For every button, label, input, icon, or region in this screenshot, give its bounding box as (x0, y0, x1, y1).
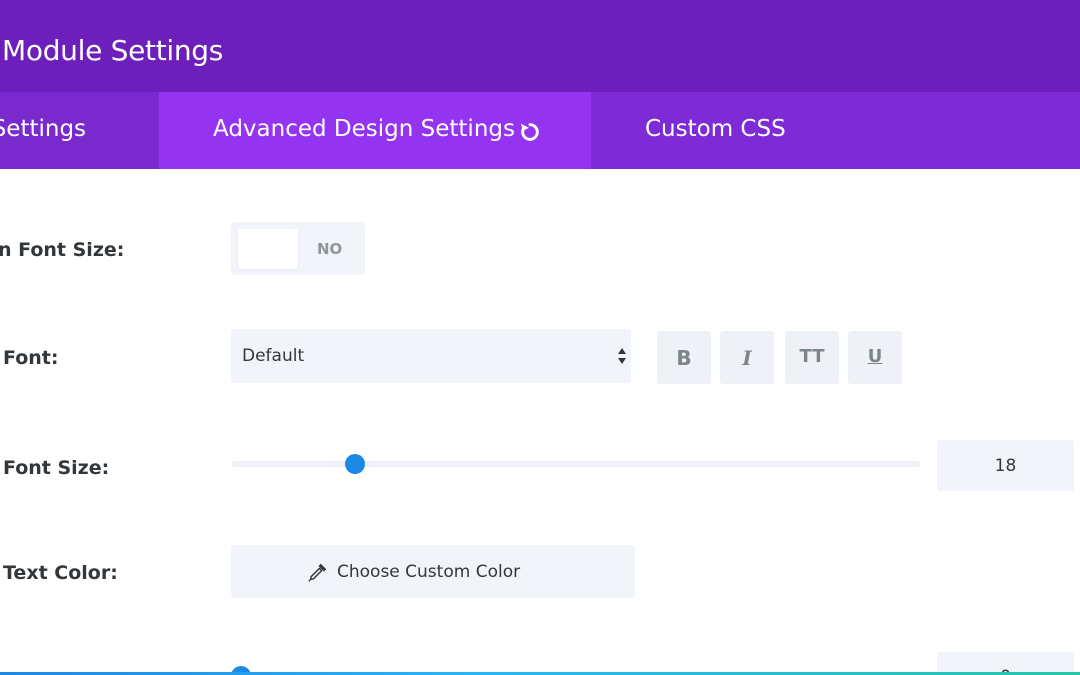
font-size-toggle-label: n Font Size: (0, 239, 125, 261)
font-size-toggle[interactable]: NO (231, 222, 365, 275)
tab-label: l Settings (0, 116, 87, 142)
slider-track (231, 461, 920, 467)
font-size-label: Font Size: (3, 457, 110, 479)
reset-icon[interactable] (519, 121, 541, 143)
slider-handle[interactable] (345, 454, 366, 474)
toggle-knob (238, 229, 298, 269)
eyedropper-icon (308, 563, 327, 582)
font-label: Font: (3, 347, 59, 369)
choose-custom-color-label: Choose Custom Color (337, 562, 521, 582)
font-size-slider[interactable] (231, 454, 920, 474)
font-select-value: Default (242, 346, 305, 366)
tab-label: Advanced Design Settings (213, 116, 515, 142)
underline-button[interactable]: U (848, 331, 902, 384)
select-arrows-icon (618, 348, 626, 364)
uppercase-button[interactable]: TT (785, 331, 839, 384)
italic-icon: I (742, 346, 752, 370)
tab-custom-css[interactable]: Custom CSS (591, 92, 1080, 169)
toggle-state-text: NO (317, 240, 343, 258)
italic-button[interactable]: I (720, 331, 774, 384)
choose-custom-color-button[interactable]: Choose Custom Color (231, 545, 635, 598)
underline-icon: U (867, 346, 883, 367)
settings-tabs: l Settings Advanced Design Settings Cust… (0, 92, 1080, 169)
bold-icon: B (676, 346, 692, 370)
modal-header: Module Settings (0, 0, 1080, 92)
font-select[interactable]: Default (231, 329, 631, 383)
modal-title: Module Settings (2, 34, 224, 67)
uppercase-icon: TT (799, 346, 825, 367)
tab-general-settings[interactable]: l Settings (0, 92, 159, 169)
font-size-input[interactable] (937, 440, 1074, 491)
text-color-label: Text Color: (3, 562, 118, 584)
tab-label: Custom CSS (645, 116, 786, 142)
tab-advanced-design-settings[interactable]: Advanced Design Settings (159, 92, 591, 169)
bold-button[interactable]: B (657, 331, 711, 384)
